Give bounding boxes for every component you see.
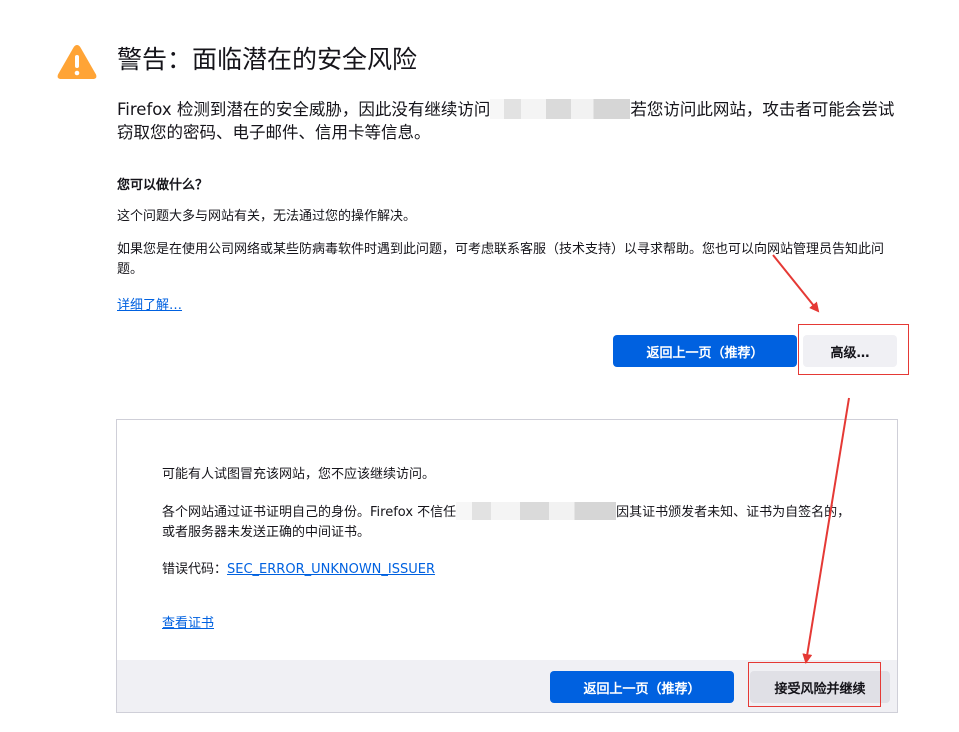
- annotation-highlight-advanced: [798, 324, 909, 375]
- redacted-domain: [490, 99, 631, 119]
- go-back-button-2[interactable]: 返回上一页（推荐）: [550, 671, 734, 703]
- view-certificate-link[interactable]: 查看证书: [162, 616, 214, 631]
- annotation-highlight-accept: [748, 662, 881, 707]
- view-certificate-row: 查看证书: [162, 614, 862, 634]
- learn-more-link[interactable]: 详细了解…: [117, 294, 182, 313]
- what-to-do-heading: 您可以做什么？: [117, 178, 209, 193]
- impersonation-warning: 可能有人试图冒充该网站，您不应该继续访问。: [162, 467, 436, 482]
- error-code-line: 错误代码：SEC_ERROR_UNKNOWN_ISSUER: [162, 560, 862, 580]
- warning-triangle-icon: [57, 45, 97, 79]
- certificate-explanation: 各个网站通过证书证明自己的身份。Firefox 不信任 因其证书颁发者未知、证书为…: [162, 502, 862, 543]
- error-code-label: 错误代码：: [162, 562, 228, 577]
- certificate-explanation-before: 各个网站通过证书证明自己的身份。Firefox 不信任: [162, 505, 457, 520]
- intro-text-before: Firefox 检测到潜在的安全威胁，因此没有继续访问: [117, 100, 491, 119]
- go-back-button[interactable]: 返回上一页（推荐）: [613, 335, 797, 367]
- what-to-do-para-1: 这个问题大多与网站有关，无法通过您的操作解决。: [117, 209, 417, 224]
- intro-text: Firefox 检测到潜在的安全威胁，因此没有继续访问 若您访问此网站，攻击者可能…: [117, 98, 907, 144]
- redacted-domain-2: [456, 502, 617, 520]
- page-title: 警告：面临潜在的安全风险: [117, 45, 418, 74]
- security-warning-page: 警告：面临潜在的安全风险 Firefox 检测到潜在的安全威胁，因此没有继续访问…: [0, 0, 959, 732]
- error-code-link[interactable]: SEC_ERROR_UNKNOWN_ISSUER: [227, 562, 435, 577]
- what-to-do-para-2: 如果您是在使用公司网络或某些防病毒软件时遇到此问题，可考虑联系客服（技术支持）以…: [117, 242, 885, 277]
